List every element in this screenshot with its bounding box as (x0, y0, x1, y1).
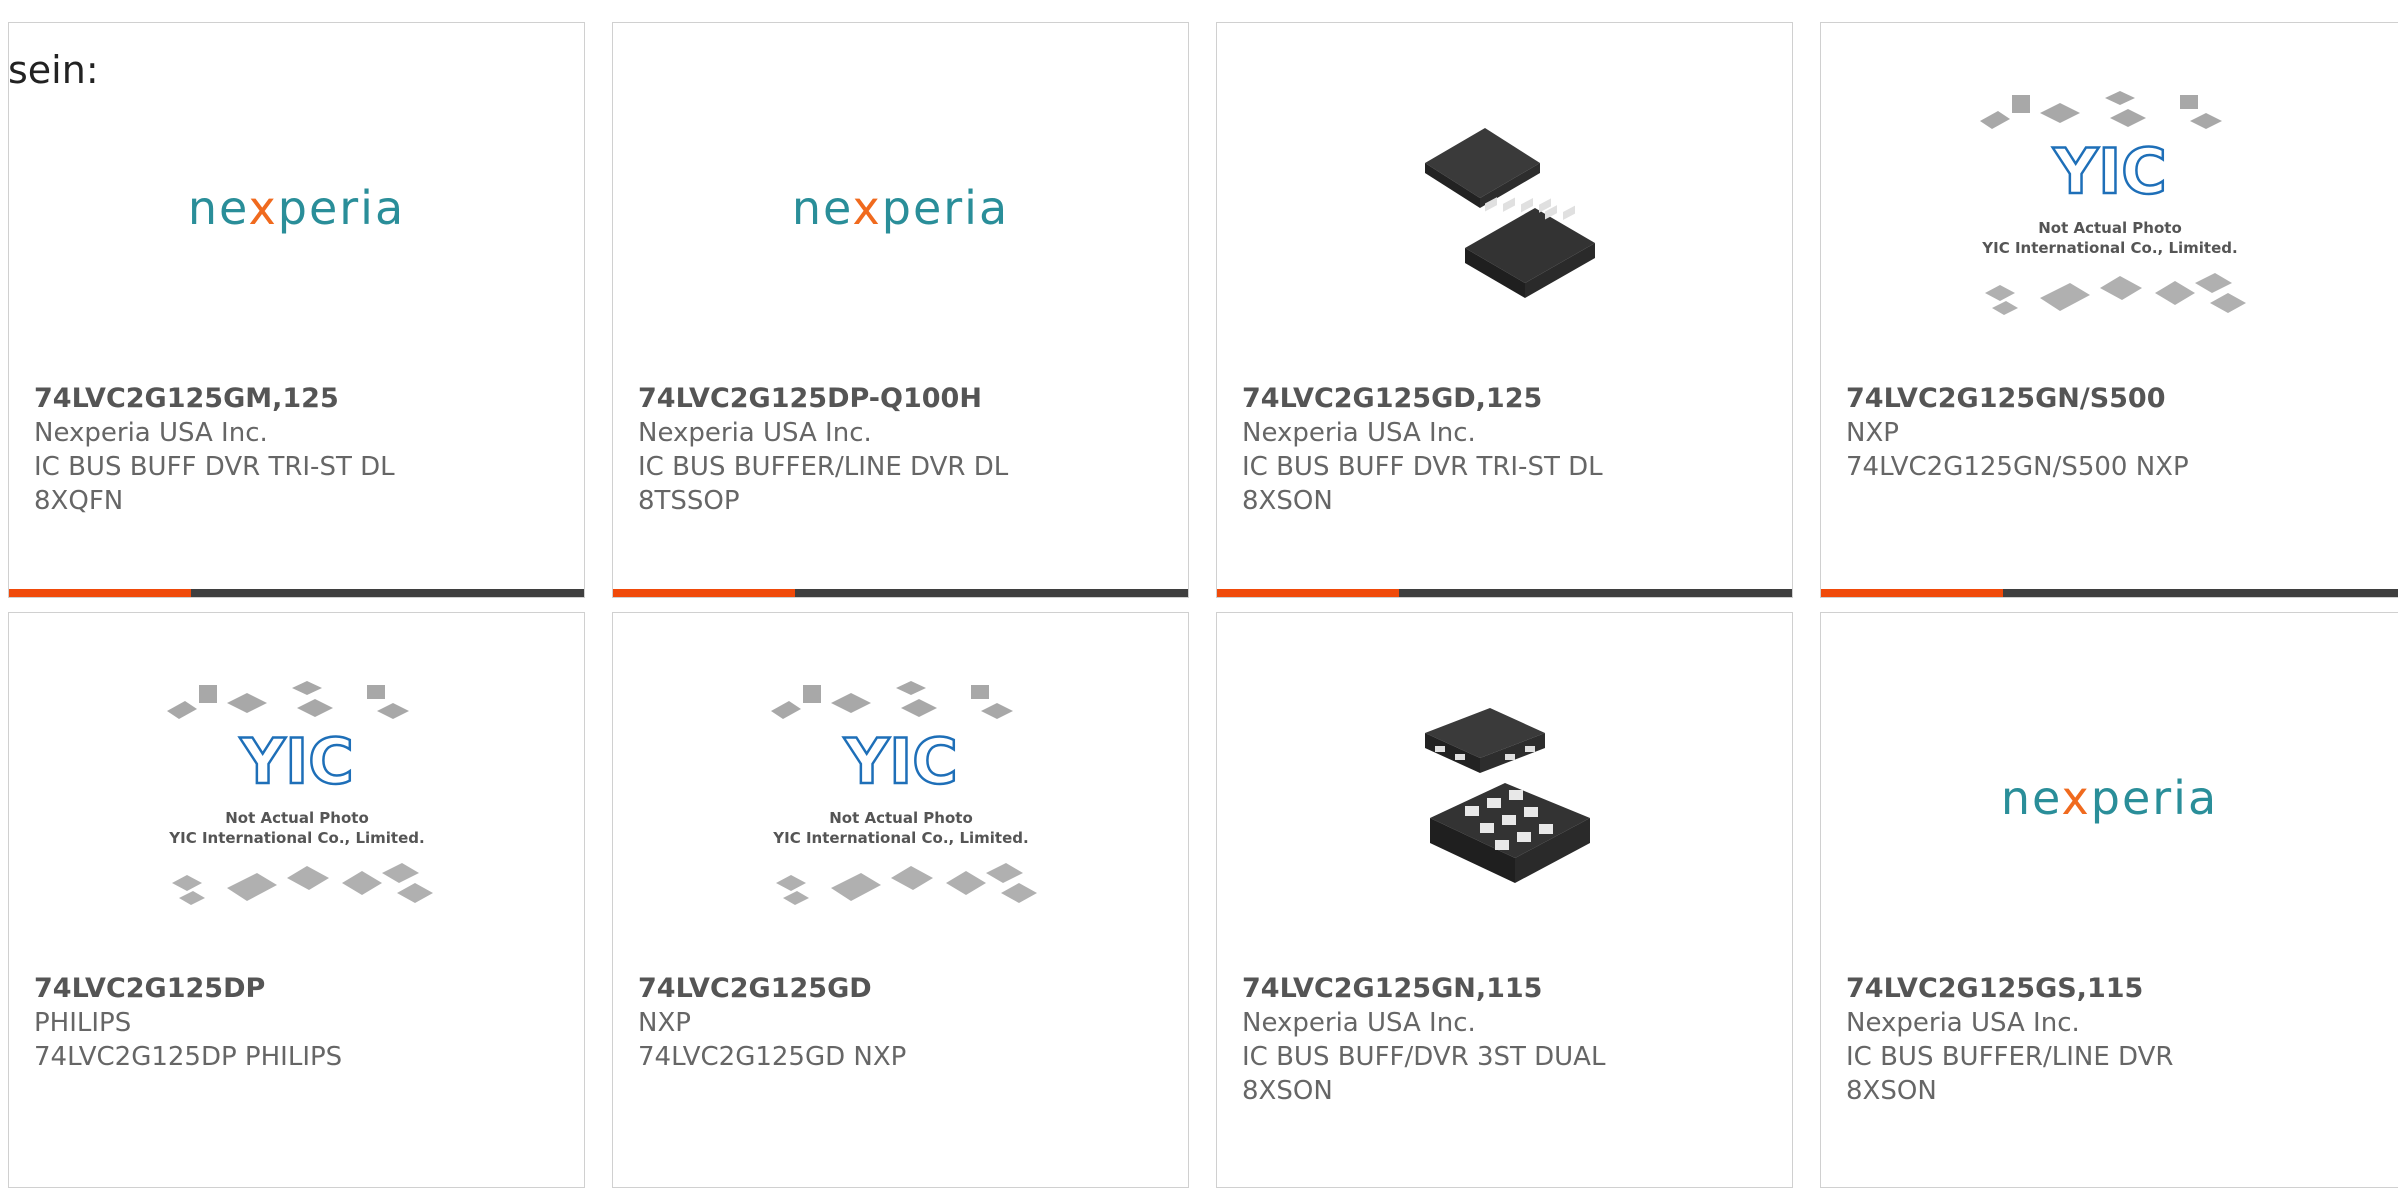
manufacturer: PHILIPS (34, 1008, 132, 1038)
product-card[interactable]: nexperia 74LVC2G125DP-Q100H Nexperia USA… (612, 22, 1189, 598)
product-image[interactable]: nexperia (9, 83, 584, 333)
product-image[interactable]: nexperia (613, 83, 1188, 333)
manufacturer: Nexperia USA Inc. (638, 418, 872, 448)
svg-text:YIC International Co., Limited: YIC International Co., Limited. (772, 829, 1028, 847)
part-number-link[interactable]: 74LVC2G125GD,125 (1242, 382, 1767, 416)
svg-text:YIC International Co., Limited: YIC International Co., Limited. (1981, 239, 2237, 257)
card-bottom-bar (1217, 589, 1792, 597)
part-number-link[interactable]: 74LVC2G125DP-Q100H (638, 382, 1163, 416)
part-number-link[interactable]: 74LVC2G125GS,115 (1846, 972, 2384, 1006)
product-image[interactable]: YIC Not Actual Photo YIC International C… (9, 673, 584, 923)
svg-text:YIC: YIC (239, 725, 353, 798)
product-image[interactable]: YIC Not Actual Photo YIC International C… (1821, 83, 2398, 333)
page-heading: sein: (8, 48, 99, 92)
yic-placeholder-icon: YIC Not Actual Photo YIC International C… (1979, 91, 2246, 315)
part-number-link[interactable]: 74LVC2G125GM,125 (34, 382, 559, 416)
svg-text:Not Actual Photo: Not Actual Photo (2038, 219, 2182, 237)
product-card[interactable]: 74LVC2G125GD,125 Nexperia USA Inc. IC BU… (1216, 22, 1793, 598)
product-image[interactable] (1217, 673, 1792, 923)
card-accent-bar (613, 589, 795, 597)
part-number-link[interactable]: 74LVC2G125GD (638, 972, 1163, 1006)
yic-placeholder-icon: YIC Not Actual Photo YIC International C… (166, 681, 433, 905)
description: 74LVC2G125DP PHILIPS (34, 1042, 343, 1072)
chip-photo-icon (1424, 708, 1590, 883)
manufacturer: Nexperia USA Inc. (34, 418, 268, 448)
card-bottom-bar (613, 589, 1188, 597)
manufacturer: NXP (638, 1008, 691, 1038)
svg-text:YIC: YIC (2052, 135, 2166, 208)
card-bottom-bar (1821, 589, 2398, 597)
part-number-link[interactable]: 74LVC2G125GN/S500 (1846, 382, 2384, 416)
description: IC BUS BUFF DVR TRI-ST DL 8XSON (1242, 452, 1603, 516)
product-card[interactable]: nexperia 74LVC2G125GS,115 Nexperia USA I… (1820, 612, 2398, 1188)
svg-text:Not Actual Photo: Not Actual Photo (225, 809, 369, 827)
product-image[interactable] (1217, 83, 1792, 333)
nexperia-logo: nexperia (2000, 771, 2219, 825)
chip-photo-icon (1424, 128, 1595, 298)
svg-text:YIC: YIC (843, 725, 957, 798)
svg-text:YIC International Co., Limited: YIC International Co., Limited. (168, 829, 424, 847)
description: IC BUS BUFF DVR TRI-ST DL 8XQFN (34, 452, 395, 516)
part-number-link[interactable]: 74LVC2G125DP (34, 972, 559, 1006)
svg-text:Not Actual Photo: Not Actual Photo (829, 809, 973, 827)
manufacturer: Nexperia USA Inc. (1242, 1008, 1476, 1038)
description: IC BUS BUFFER/LINE DVR DL 8TSSOP (638, 452, 1009, 516)
part-number-link[interactable]: 74LVC2G125GN,115 (1242, 972, 1767, 1006)
product-card[interactable]: YIC Not Actual Photo YIC International C… (8, 612, 585, 1188)
yic-placeholder-icon: YIC Not Actual Photo YIC International C… (770, 681, 1037, 905)
card-bottom-bar (9, 589, 584, 597)
card-accent-bar (9, 589, 191, 597)
product-card[interactable]: nexperia 74LVC2G125GM,125 Nexperia USA I… (8, 22, 585, 598)
description: IC BUS BUFFER/LINE DVR 8XSON (1846, 1042, 2174, 1106)
card-accent-bar (1217, 589, 1399, 597)
description: 74LVC2G125GD NXP (638, 1042, 907, 1072)
card-accent-bar (1821, 589, 2003, 597)
product-image[interactable]: YIC Not Actual Photo YIC International C… (613, 673, 1188, 923)
description: 74LVC2G125GN/S500 NXP (1846, 452, 2189, 482)
product-image[interactable]: nexperia (1821, 673, 2398, 923)
manufacturer: NXP (1846, 418, 1899, 448)
manufacturer: Nexperia USA Inc. (1242, 418, 1476, 448)
nexperia-logo: nexperia (791, 181, 1010, 235)
product-card[interactable]: YIC Not Actual Photo YIC International C… (612, 612, 1189, 1188)
product-card[interactable]: 74LVC2G125GN,115 Nexperia USA Inc. IC BU… (1216, 612, 1793, 1188)
manufacturer: Nexperia USA Inc. (1846, 1008, 2080, 1038)
description: IC BUS BUFF/DVR 3ST DUAL 8XSON (1242, 1042, 1606, 1106)
product-card[interactable]: YIC Not Actual Photo YIC International C… (1820, 22, 2398, 598)
nexperia-logo: nexperia (187, 181, 406, 235)
